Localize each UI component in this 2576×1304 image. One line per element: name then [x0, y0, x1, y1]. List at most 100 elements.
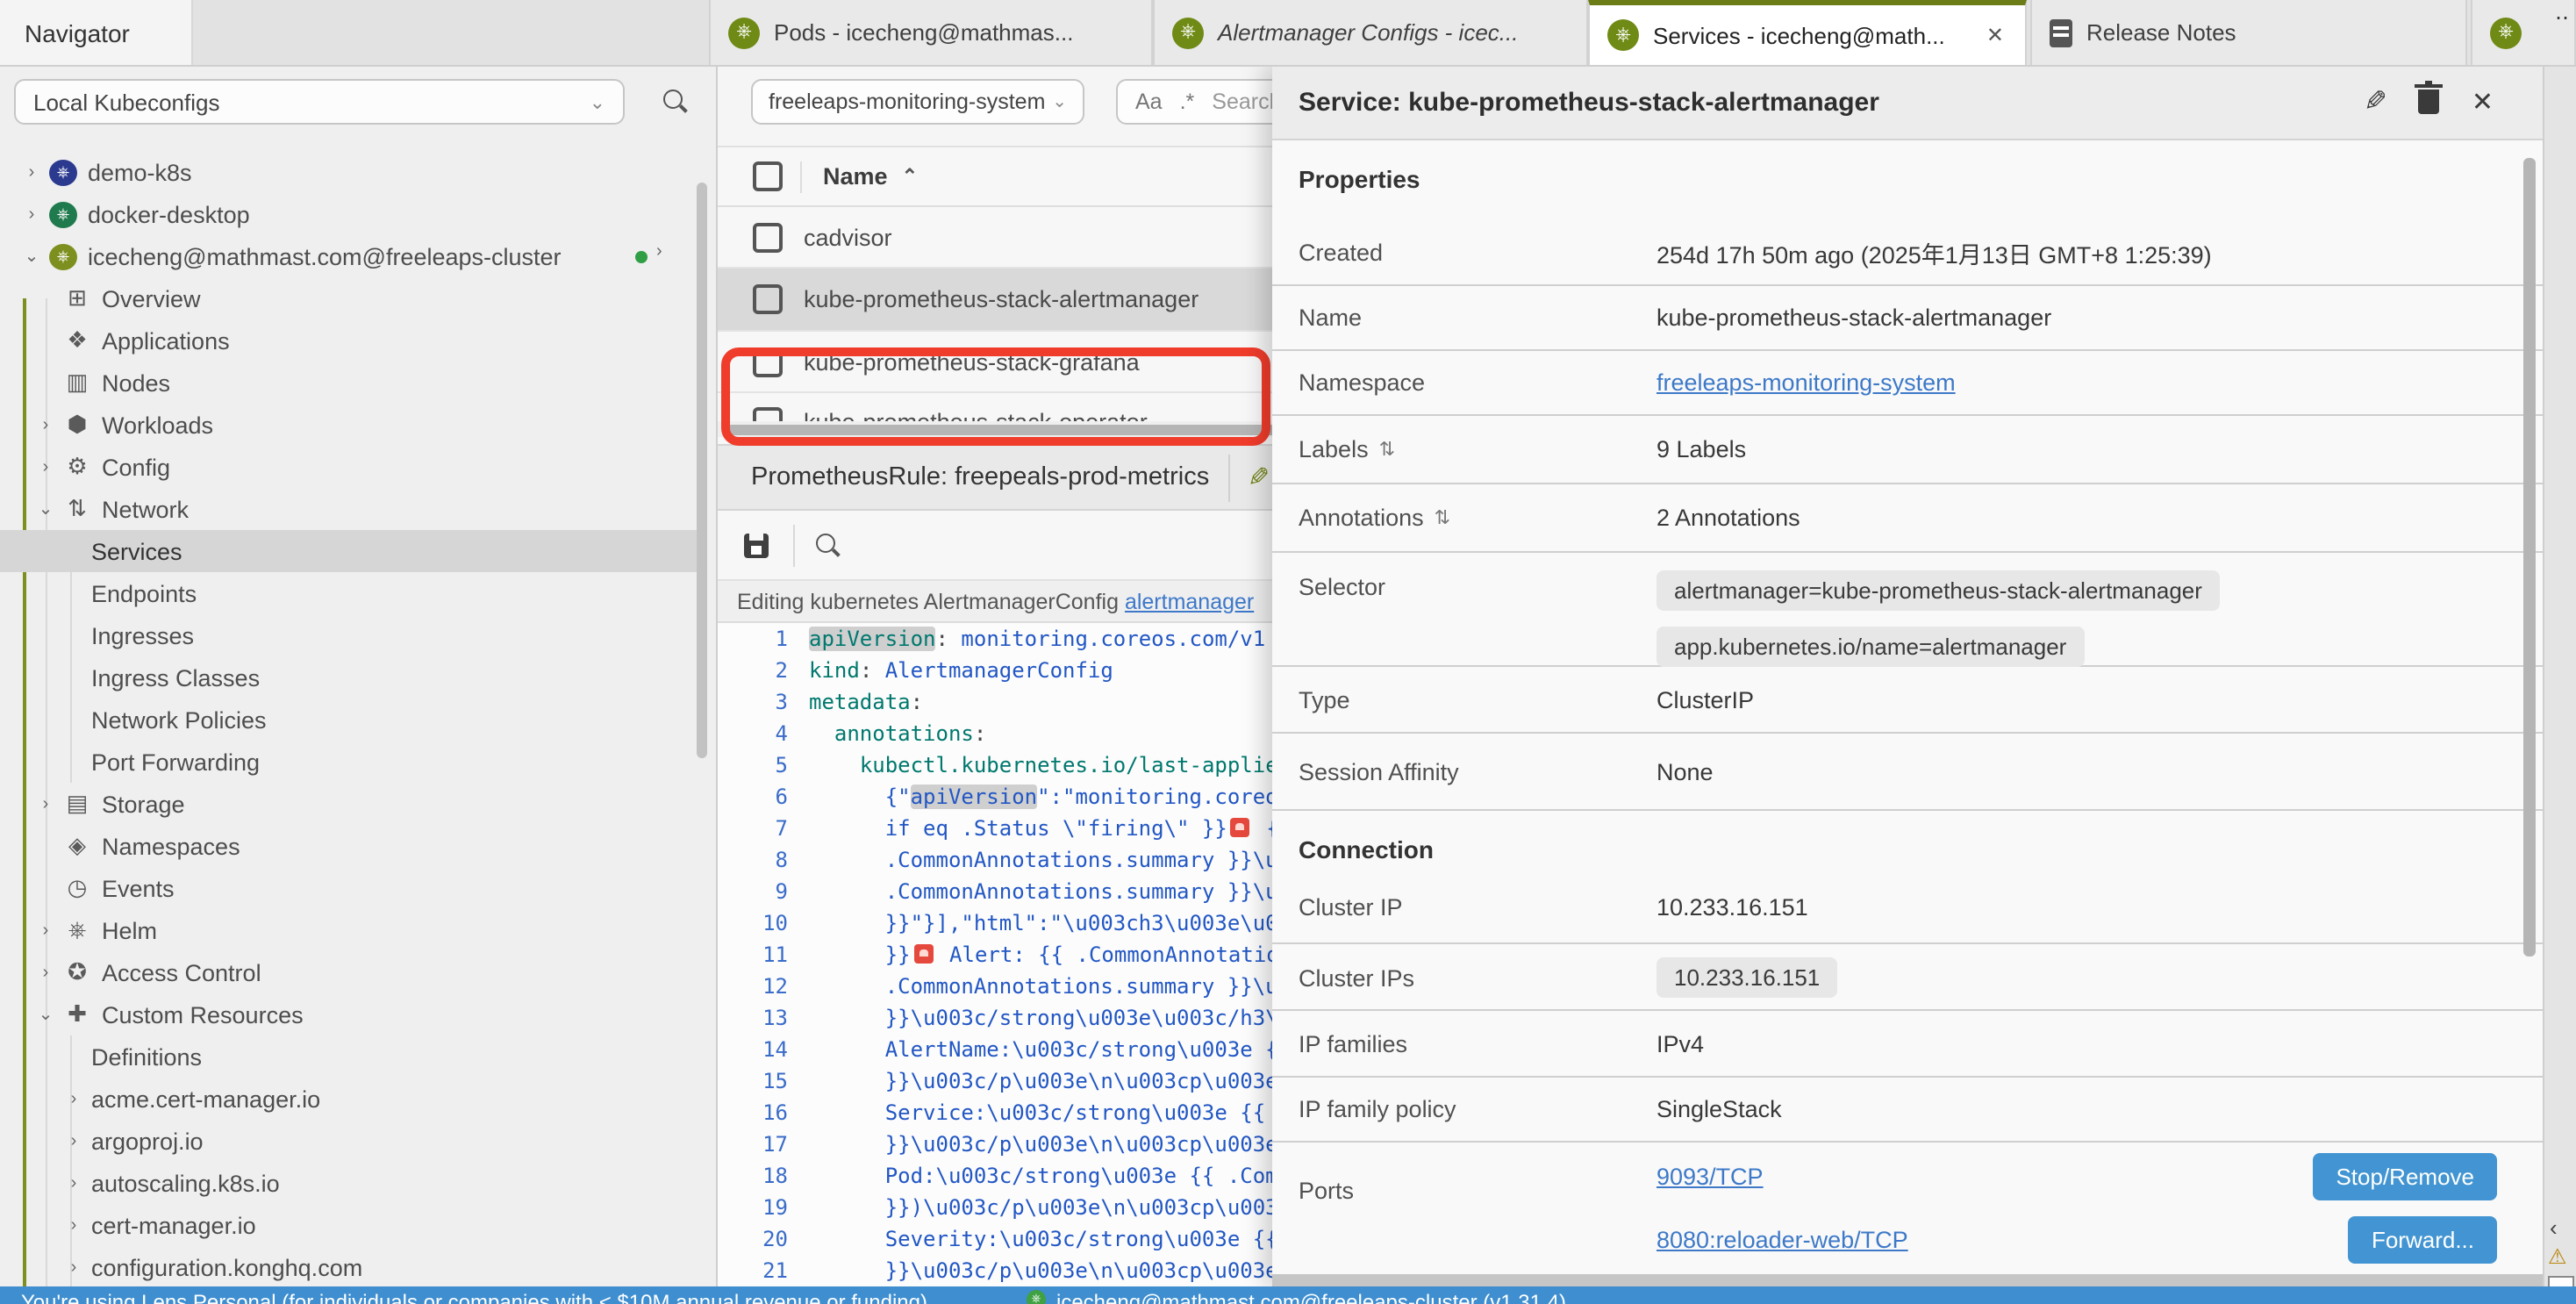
sidebar-item-ingresses[interactable]: Ingresses: [0, 614, 705, 656]
sidebar-item-ingress-classes[interactable]: Ingress Classes: [0, 656, 705, 699]
applications-icon: ❖: [63, 326, 91, 355]
search-icon[interactable]: [663, 90, 686, 112]
alertmanager-config-link[interactable]: alertmanager: [1125, 589, 1254, 613]
chevron-right-icon[interactable]: ›: [35, 963, 56, 982]
namespace-link[interactable]: freeleaps-monitoring-system: [1657, 369, 1956, 396]
row-checkbox[interactable]: [753, 347, 783, 376]
sidebar-item-label: acme.cert-manager.io: [91, 1085, 320, 1112]
tab-Release Notes[interactable]: Release Notes: [2030, 0, 2467, 65]
sidebar-item-nodes[interactable]: ▥Nodes: [0, 362, 705, 404]
chevron-right-icon[interactable]: ›: [63, 1215, 84, 1235]
row-label-text: Name: [1299, 305, 1362, 331]
sidebar-item-definitions[interactable]: Definitions: [0, 1035, 705, 1078]
chevron-right-icon[interactable]: ›: [35, 457, 56, 476]
alarm-emoji-icon: [1231, 818, 1250, 837]
line-number: 19: [718, 1192, 809, 1223]
port-link[interactable]: 9093/TCP: [1657, 1164, 1764, 1190]
port-link[interactable]: 8080:reloader-web/TCP: [1657, 1227, 1908, 1253]
sidebar-item-icecheng-mathmast-com-freeleaps-cluster[interactable]: ⌄⎈icecheng@mathmast.com@freeleaps-cluste…: [0, 235, 705, 277]
value-badge: 10.233.16.151: [1657, 957, 1837, 997]
chevron-right-icon[interactable]: ›: [63, 1257, 84, 1277]
sidebar-item-events[interactable]: ◷Events: [0, 867, 705, 909]
sidebar-item-storage[interactable]: ›▤Storage: [0, 783, 705, 825]
sidebar-item-acme-cert-manager-io[interactable]: › acme.cert-manager.io: [0, 1078, 705, 1120]
chevron-down-icon[interactable]: ⌄: [21, 247, 42, 266]
sidebar-item-network[interactable]: ⌄⇅Network: [0, 488, 705, 530]
navigator-panel-tab[interactable]: Navigator: [0, 0, 193, 65]
chevron-right-icon[interactable]: ›: [656, 242, 662, 262]
tab-Pods - icecheng@mathmas...[interactable]: ⎈Pods - icecheng@mathmas...: [709, 0, 1153, 65]
cluster-icon: ⎈: [49, 159, 77, 185]
chevron-right-icon[interactable]: ›: [35, 415, 56, 434]
namespace-select[interactable]: freeleaps-monitoring-system ⌄: [751, 79, 1084, 125]
sidebar-item-applications[interactable]: ❖Applications: [0, 319, 705, 362]
sidebar-item-network-policies[interactable]: Network Policies: [0, 699, 705, 741]
row-checkbox[interactable]: [753, 284, 783, 314]
sidebar-item-config[interactable]: ›⚙Config: [0, 446, 705, 488]
close-icon[interactable]: ✕: [1983, 23, 2007, 47]
chevron-right-icon[interactable]: ›: [63, 1131, 84, 1150]
select-all-checkbox[interactable]: [753, 161, 783, 191]
sidebar-item-label: Ingress Classes: [91, 664, 260, 691]
namespace-select-value: freeleaps-monitoring-system: [769, 90, 1045, 114]
sidebar-item-autoscaling-k8s-io[interactable]: ›autoscaling.k8s.io: [0, 1162, 705, 1204]
editor-search-icon[interactable]: [816, 534, 839, 556]
sidebar-item-overview[interactable]: ⊞Overview: [0, 277, 705, 319]
sidebar-item-port-forwarding[interactable]: Port Forwarding: [0, 741, 705, 783]
sidebar-item-services[interactable]: Services: [0, 530, 705, 572]
trash-icon[interactable]: [2419, 90, 2440, 114]
chevron-down-icon[interactable]: ⌄: [35, 499, 56, 519]
expander-icon[interactable]: ⇅: [1435, 506, 1450, 529]
chevron-left-icon[interactable]: ‹: [2550, 1214, 2558, 1241]
sidebar-item-namespaces[interactable]: ◈Namespaces: [0, 825, 705, 867]
kubeconfig-select[interactable]: Local Kubeconfigs ⌄: [14, 79, 625, 125]
kubeconfig-select-value: Local Kubeconfigs: [33, 89, 220, 115]
sidebar-item-label: Services: [91, 538, 182, 564]
chevron-right-icon[interactable]: ›: [63, 1173, 84, 1193]
drawer-scrollbar[interactable]: [2523, 158, 2536, 957]
sort-ascending-icon[interactable]: ⌃: [902, 165, 918, 188]
edit-pencil-icon[interactable]: ✎: [1248, 462, 1270, 493]
chevron-right-icon[interactable]: ›: [35, 794, 56, 813]
sidebar-item-cert-manager-io[interactable]: ›cert-manager.io: [0, 1204, 705, 1246]
sidebar-item-argoproj-io[interactable]: ›argoproj.io: [0, 1120, 705, 1162]
forward-button[interactable]: Forward...: [2349, 1216, 2497, 1264]
code-text: .CommonAnnotations.summary }}\u003c: [809, 971, 1328, 1002]
edit-pencil-icon[interactable]: ✎: [2364, 84, 2387, 119]
row-checkbox[interactable]: [753, 222, 783, 252]
sidebar-item-endpoints[interactable]: Endpoints: [0, 572, 705, 614]
sidebar-item-workloads[interactable]: ›⬢Workloads: [0, 404, 705, 446]
chevron-right-icon[interactable]: ›: [21, 204, 42, 224]
line-number: 15: [718, 1065, 809, 1097]
drawer-bottom-scrollbar[interactable]: [1272, 1274, 2543, 1286]
sidebar-item-helm[interactable]: ›⎈Helm: [0, 909, 705, 951]
tab-Services - icecheng@math...[interactable]: ⎈Services - icecheng@math...✕: [1588, 0, 2027, 65]
chevron-right-icon[interactable]: ›: [35, 921, 56, 940]
sidebar-item-custom-resources[interactable]: ⌄✚Custom Resources: [0, 993, 705, 1035]
sidebar-item-docker-desktop[interactable]: ›⎈docker-desktop: [0, 193, 705, 235]
sidebar-item-demo-k8s[interactable]: › ⎈ demo-k8s: [0, 151, 705, 193]
close-icon[interactable]: ✕: [2472, 86, 2494, 118]
sidebar-item-configuration-konghq-com[interactable]: ›configuration.konghq.com: [0, 1246, 705, 1286]
warning-icon[interactable]: ⚠: [2548, 1244, 2567, 1269]
code-token: .CommonAnnotations.summary }}\u003c: [809, 848, 1328, 872]
chevron-right-icon[interactable]: ›: [63, 1089, 84, 1108]
sidebar-item-access-control[interactable]: ›✪Access Control: [0, 951, 705, 993]
expander-icon[interactable]: ⇅: [1379, 438, 1395, 461]
match-case-icon[interactable]: Aa: [1135, 90, 1163, 114]
row-value: 2 Annotations: [1657, 505, 1800, 531]
sidebar-scrollbar[interactable]: [697, 183, 707, 758]
sidebar-item-label: Workloads: [102, 412, 213, 438]
sidebar-item-label: demo-k8s: [88, 159, 192, 185]
name-column-header[interactable]: Name: [823, 163, 888, 190]
chevron-right-icon[interactable]: ›: [21, 162, 42, 182]
stop-remove-button[interactable]: Stop/Remove: [2313, 1153, 2497, 1200]
regex-icon[interactable]: .*: [1180, 90, 1195, 114]
tab-Alertmanager Configs - icec...[interactable]: ⎈Alertmanager Configs - icec...: [1153, 0, 1588, 65]
sidebar-item-label: Config: [102, 454, 170, 480]
row-value: IPv4: [1657, 1030, 1704, 1057]
code-token: :: [860, 658, 872, 683]
save-icon[interactable]: [744, 533, 769, 557]
chevron-down-icon[interactable]: ⌄: [35, 1005, 56, 1024]
row-label-text: Ports: [1299, 1178, 1354, 1204]
